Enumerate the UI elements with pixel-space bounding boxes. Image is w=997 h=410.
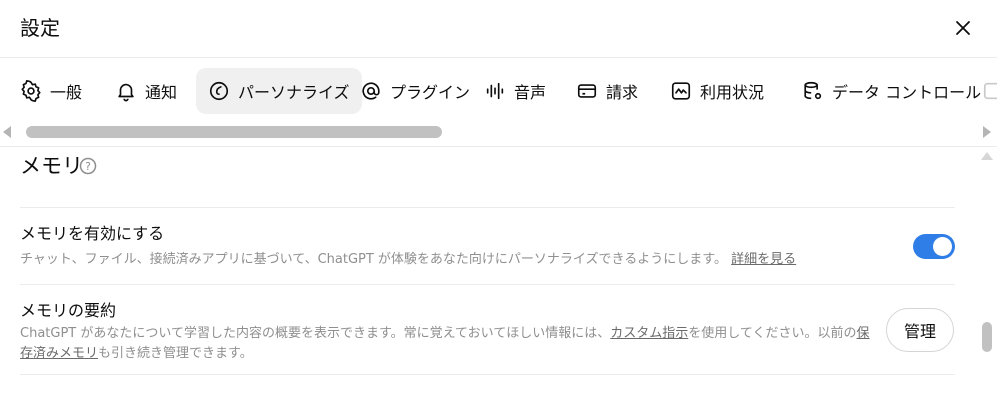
memory-toggle[interactable] [913, 234, 955, 259]
tab-personalize[interactable]: パーソナライズ [196, 68, 362, 114]
tab-overflow[interactable] [970, 68, 997, 114]
divider [20, 374, 955, 375]
tab-overflow-icon [983, 82, 997, 100]
tab-billing[interactable]: 請求 [564, 68, 650, 114]
help-icon[interactable]: ? [79, 157, 97, 175]
setting-title-enable-memory: メモリを有効にする [20, 224, 165, 243]
manage-button[interactable]: 管理 [886, 308, 954, 352]
personalize-icon [209, 81, 229, 101]
tab-label: 音声 [514, 83, 547, 102]
tab-label: 一般 [50, 83, 83, 102]
divider [20, 284, 955, 285]
svg-text:?: ? [85, 160, 91, 173]
close-icon [956, 21, 970, 35]
close-button[interactable] [949, 14, 977, 42]
section-title-memory: メモリ [20, 154, 83, 178]
credit-card-icon [577, 84, 597, 98]
divider [0, 146, 997, 147]
chart-icon [671, 82, 691, 100]
gear-icon [21, 80, 41, 102]
scroll-right-arrow[interactable] [983, 126, 991, 138]
waveform-icon [486, 82, 504, 100]
page-title: 設定 [20, 16, 60, 40]
tab-plugins[interactable]: プラグイン [348, 68, 482, 114]
tab-label: データ コントロール [832, 83, 982, 102]
custom-instructions-link[interactable]: カスタム指示 [610, 326, 688, 341]
divider [20, 207, 955, 208]
setting-description: チャット、ファイル、接続済みアプリに基づいて、ChatGPT が体験をあなた向け… [20, 252, 797, 267]
scroll-left-arrow[interactable] [3, 126, 11, 138]
tab-label: パーソナライズ [238, 83, 350, 102]
tab-voice[interactable]: 音声 [472, 68, 558, 114]
tab-label: 通知 [145, 83, 178, 102]
at-sign-icon [362, 82, 380, 100]
settings-header: 設定 [0, 0, 997, 58]
scroll-up-arrow[interactable] [981, 152, 993, 160]
tab-data-controls[interactable]: データ コントロール [790, 68, 993, 114]
tab-usage[interactable]: 利用状況 [658, 68, 776, 114]
horizontal-scrollbar-thumb[interactable] [26, 126, 442, 138]
tab-label: 利用状況 [700, 83, 765, 102]
bell-icon [118, 83, 134, 102]
toggle-knob [933, 237, 952, 256]
tab-notifications[interactable]: 通知 [103, 68, 189, 114]
setting-title-memory-summary: メモリの要約 [20, 301, 117, 320]
learn-more-link[interactable]: 詳細を見る [731, 252, 796, 267]
tab-general[interactable]: 一般 [8, 68, 94, 114]
database-gear-icon [804, 81, 822, 100]
vertical-scrollbar-thumb[interactable] [982, 322, 992, 352]
settings-tabs: 一般 通知 パーソナライズ プラグイン 音声 請求 利用状況 データ コントロー… [0, 64, 997, 118]
setting-description: ChatGPT があなたについて学習した内容の概要を表示できます。常に覚えておい… [20, 326, 870, 361]
tab-label: 請求 [606, 83, 639, 102]
tab-label: プラグイン [390, 83, 471, 102]
